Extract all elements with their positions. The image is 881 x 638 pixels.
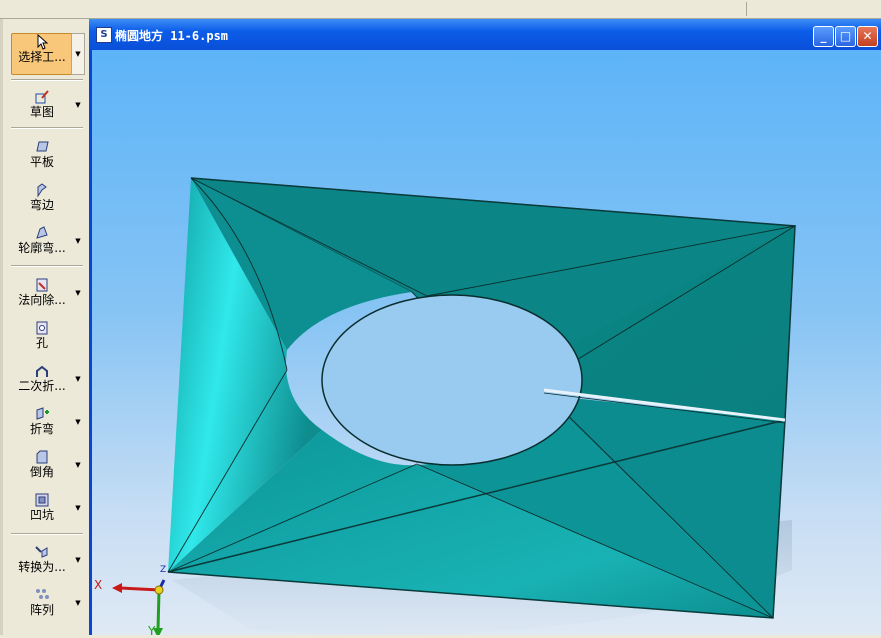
convert-icon — [35, 546, 48, 558]
elliptical-hole — [321, 294, 583, 466]
second-bend-icon — [36, 365, 48, 377]
bend-label: 折弯 — [29, 422, 54, 436]
flange-button[interactable]: 弯边 — [11, 182, 73, 212]
graphics-viewport[interactable]: X Y Z — [92, 50, 881, 638]
select-arrow-icon — [37, 34, 49, 50]
pattern-dropdown[interactable]: ▼ — [74, 599, 82, 607]
model-view — [112, 177, 797, 635]
chamfer-label: 倒角 — [29, 465, 54, 479]
top-strip-separator — [746, 2, 747, 16]
select-tool-label: 选择工... — [18, 50, 66, 64]
tab-button[interactable]: 平板 — [11, 139, 73, 169]
convert-label: 转换为... — [18, 560, 66, 574]
second-bend-label: 二次折... — [18, 379, 66, 393]
toolbar-separator — [11, 265, 83, 267]
select-tool-dropdown[interactable]: ▼ — [71, 33, 85, 75]
features-toolbar: 选择工... ▼ 草图 ▼ 平板 弯边 轮廓弯... ▼ 法向除... ▼ 孔 … — [0, 19, 90, 635]
toolbar-separator — [11, 127, 83, 129]
y-axis-label: Y — [148, 624, 156, 638]
hole-button[interactable]: 孔 — [11, 320, 73, 350]
chamfer-icon — [36, 450, 48, 464]
top-strip — [0, 0, 881, 19]
toolbar-separator — [11, 533, 83, 535]
normal-cutout-dropdown[interactable]: ▼ — [74, 289, 82, 297]
convert-button[interactable]: 转换为... — [11, 544, 73, 574]
contour-flange-icon — [36, 226, 48, 239]
close-button[interactable]: ✕ — [857, 26, 878, 47]
sketch-icon — [35, 90, 49, 104]
sketch-button[interactable]: 草图 — [11, 89, 73, 119]
coordinate-triad — [112, 579, 166, 635]
pattern-icon — [36, 589, 49, 599]
dimple-icon — [35, 493, 49, 507]
hole-label: 孔 — [35, 336, 48, 350]
tab-icon — [36, 141, 49, 152]
bend-icon — [36, 407, 49, 420]
solid-edge-icon[interactable]: S — [96, 27, 112, 43]
contour-flange-dropdown[interactable]: ▼ — [74, 237, 82, 245]
dimple-button[interactable]: 凹坑 — [11, 492, 73, 522]
normal-cutout-icon — [36, 278, 48, 292]
toolbar-grip[interactable] — [0, 19, 3, 635]
contour-flange-button[interactable]: 轮廓弯... — [11, 225, 73, 255]
chamfer-dropdown[interactable]: ▼ — [74, 461, 82, 469]
dimple-dropdown[interactable]: ▼ — [74, 504, 82, 512]
bend-button[interactable]: 折弯 — [11, 406, 73, 436]
dimple-label: 凹坑 — [29, 508, 54, 522]
pattern-label: 阵列 — [29, 603, 54, 617]
z-axis-label: Z — [160, 565, 167, 575]
normal-cutout-button[interactable]: 法向除... — [11, 277, 73, 307]
tab-label: 平板 — [29, 155, 54, 169]
x-axis-label: X — [94, 578, 103, 592]
minimize-button[interactable]: _ — [813, 26, 834, 47]
document-titlebar[interactable]: S 椭圆地方 11-6.psm _ □ ✕ — [89, 19, 881, 50]
maximize-button[interactable]: □ — [835, 26, 856, 47]
select-tool-button[interactable]: 选择工... — [11, 33, 73, 75]
normal-cutout-label: 法向除... — [18, 293, 66, 307]
toolbar-separator — [11, 79, 83, 81]
sheet-metal-part[interactable] — [167, 177, 797, 619]
pattern-button[interactable]: 阵列 — [11, 587, 73, 617]
second-bend-dropdown[interactable]: ▼ — [74, 375, 82, 383]
flange-icon — [37, 183, 47, 198]
flange-label: 弯边 — [29, 198, 54, 212]
document-window: S 椭圆地方 11-6.psm _ □ ✕ X Y Z — [89, 19, 881, 638]
hole-icon — [36, 321, 48, 335]
sketch-dropdown[interactable]: ▼ — [74, 101, 82, 109]
bend-dropdown[interactable]: ▼ — [74, 418, 82, 426]
sketch-label: 草图 — [29, 105, 54, 119]
document-title: 椭圆地方 11-6.psm — [115, 29, 229, 43]
second-bend-button[interactable]: 二次折... — [11, 363, 73, 393]
contour-flange-label: 轮廓弯... — [18, 241, 66, 255]
convert-dropdown[interactable]: ▼ — [74, 556, 82, 564]
chamfer-button[interactable]: 倒角 — [11, 449, 73, 479]
